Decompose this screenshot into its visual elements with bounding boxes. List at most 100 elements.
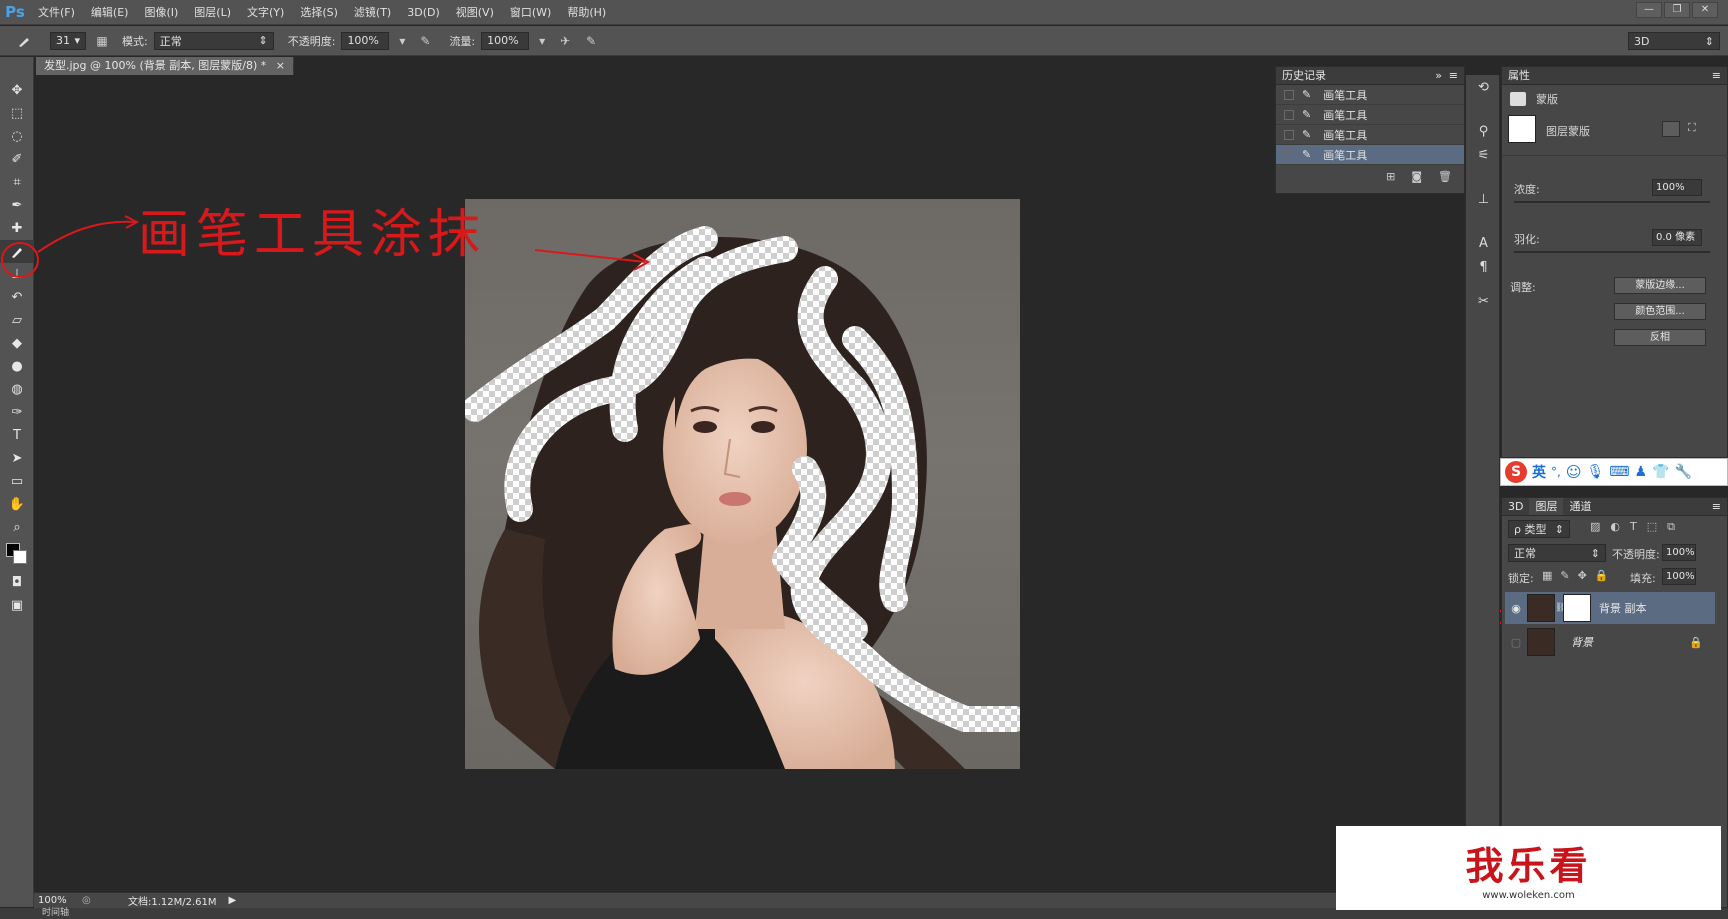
status-menu-arrow-icon[interactable]: ▶ bbox=[229, 895, 237, 906]
menu-item-8[interactable]: 视图(V) bbox=[448, 0, 502, 25]
eraser-tool-icon[interactable]: ▱ bbox=[0, 309, 34, 332]
menu-item-6[interactable]: 滤镜(T) bbox=[346, 0, 399, 25]
fill-input[interactable]: 100% bbox=[1662, 568, 1696, 585]
adjustment-filter-icon[interactable]: ◐ bbox=[1610, 520, 1620, 534]
pressure-opacity-icon[interactable]: ✎ bbox=[415, 31, 435, 51]
status-icon[interactable]: ◎ bbox=[82, 895, 122, 906]
zoom-level[interactable]: 100% bbox=[34, 895, 82, 906]
lock-pixels-icon[interactable]: ✎ bbox=[1560, 569, 1569, 582]
microphone-icon[interactable]: 🎙 bbox=[1586, 464, 1604, 480]
adjust-icon[interactable]: ⚟ bbox=[1466, 143, 1501, 167]
history-item[interactable]: ✎ 画笔工具 bbox=[1276, 85, 1464, 105]
lasso-tool-icon[interactable]: ◌ bbox=[0, 125, 34, 148]
ime-punctuation[interactable]: °, bbox=[1551, 465, 1561, 479]
pressure-size-icon[interactable]: ✎ bbox=[581, 31, 601, 51]
history-panel-icon[interactable]: ⟲ bbox=[1466, 75, 1501, 99]
invert-button[interactable]: 反相 bbox=[1614, 329, 1706, 346]
marquee-tool-icon[interactable]: ⬚ bbox=[0, 102, 34, 125]
new-document-icon[interactable]: ⊞ bbox=[1386, 170, 1395, 183]
character-icon[interactable]: A bbox=[1466, 231, 1501, 255]
ime-toolbar[interactable]: S 英 °, ☺ 🎙 ⌨ ♟ 👕 🔧 bbox=[1500, 458, 1728, 486]
restore-button[interactable]: ❐ bbox=[1664, 2, 1690, 18]
history-item[interactable]: ✎ 画笔工具 bbox=[1276, 125, 1464, 145]
mask-edge-button[interactable]: 蒙版边缘... bbox=[1614, 277, 1706, 294]
menu-item-5[interactable]: 选择(S) bbox=[292, 0, 346, 25]
trash-icon[interactable]: 🗑 bbox=[1438, 170, 1452, 183]
history-snapshot-checkbox[interactable] bbox=[1284, 89, 1294, 100]
lock-all-icon[interactable]: 🔒 bbox=[1595, 569, 1609, 582]
brush-panel-icon[interactable]: ▦ bbox=[92, 31, 112, 51]
menu-item-1[interactable]: 编辑(E) bbox=[83, 0, 137, 25]
layer-filter-select[interactable]: ρ 类型 ⇕ bbox=[1508, 520, 1570, 538]
blend-mode-select[interactable]: 正常 ⇕ bbox=[1508, 544, 1606, 562]
lock-position-icon[interactable]: ✥ bbox=[1578, 569, 1587, 582]
menu-item-9[interactable]: 窗口(W) bbox=[502, 0, 559, 25]
history-item[interactable]: ✎ 画笔工具 bbox=[1276, 105, 1464, 125]
brush-presets-icon[interactable]: ⚲ bbox=[1466, 119, 1501, 143]
menu-item-2[interactable]: 图像(I) bbox=[136, 0, 186, 25]
panel-collapse-icon[interactable]: » bbox=[1435, 67, 1442, 85]
image-filter-icon[interactable]: ▨ bbox=[1590, 520, 1600, 534]
layer-opacity-input[interactable]: 100% bbox=[1662, 544, 1696, 561]
clone-source-icon[interactable]: ⊥ bbox=[1466, 187, 1501, 211]
screen-mode-icon[interactable]: ▣ bbox=[0, 594, 34, 617]
close-icon[interactable]: × bbox=[276, 59, 285, 72]
tab-channels[interactable]: 通道 bbox=[1563, 498, 1597, 515]
pen-tool-icon[interactable]: ✑ bbox=[0, 401, 34, 424]
opacity-dropdown-icon[interactable]: ▾ bbox=[395, 31, 409, 51]
minimize-button[interactable]: — bbox=[1636, 2, 1662, 18]
workspace-select[interactable]: 3D ⇕ bbox=[1628, 32, 1720, 50]
link-icon[interactable]: ⛓ bbox=[1555, 603, 1566, 613]
flow-input[interactable]: 100% bbox=[481, 31, 530, 50]
quick-mask-icon[interactable]: ◘ bbox=[0, 571, 34, 594]
menu-item-4[interactable]: 文字(Y) bbox=[239, 0, 292, 25]
paragraph-icon[interactable]: ¶ bbox=[1466, 255, 1501, 279]
visibility-toggle[interactable]: ▢ bbox=[1505, 636, 1527, 649]
menu-item-3[interactable]: 图层(L) bbox=[186, 0, 239, 25]
airbrush-icon[interactable]: ✈ bbox=[555, 31, 575, 51]
keyboard-icon[interactable]: ⌨ bbox=[1609, 464, 1629, 480]
opacity-input[interactable]: 100% bbox=[341, 31, 390, 50]
wrench-icon[interactable]: 🔧 bbox=[1674, 464, 1691, 480]
document-tab[interactable]: 发型.jpg @ 100% (背景 副本, 图层蒙版/8) * × bbox=[36, 57, 294, 75]
ime-language[interactable]: 英 bbox=[1532, 462, 1546, 482]
mask-thumbnail[interactable] bbox=[1508, 115, 1536, 143]
panel-menu-icon[interactable]: ≡ bbox=[1712, 67, 1721, 85]
blur-tool-icon[interactable]: ● bbox=[0, 355, 34, 378]
layer-row-background[interactable]: ▢ 背景 🔒 bbox=[1505, 626, 1715, 658]
dodge-tool-icon[interactable]: ◍ bbox=[0, 378, 34, 401]
pixel-mask-button[interactable] bbox=[1662, 121, 1680, 137]
color-range-button[interactable]: 颜色范围... bbox=[1614, 303, 1706, 320]
move-tool-icon[interactable]: ✥ bbox=[0, 79, 34, 102]
history-snapshot-checkbox[interactable] bbox=[1284, 109, 1294, 120]
panel-menu-icon[interactable]: ≡ bbox=[1712, 498, 1721, 516]
flow-dropdown-icon[interactable]: ▾ bbox=[535, 31, 549, 51]
background-color[interactable] bbox=[13, 550, 27, 564]
density-input[interactable]: 100% bbox=[1652, 179, 1702, 196]
eye-icon[interactable]: ◉ bbox=[1505, 602, 1527, 615]
panel-menu-icon[interactable]: ≡ bbox=[1449, 67, 1458, 85]
tools-icon[interactable]: ✂ bbox=[1466, 289, 1501, 313]
density-slider[interactable] bbox=[1514, 201, 1710, 203]
paint-bucket-tool-icon[interactable]: ◆ bbox=[0, 332, 34, 355]
history-item[interactable]: ✎ 画笔工具 bbox=[1276, 145, 1464, 165]
emoji-icon[interactable]: ☺ bbox=[1566, 463, 1582, 481]
layer-mask-thumbnail[interactable] bbox=[1563, 594, 1591, 622]
shape-filter-icon[interactable]: ⬚ bbox=[1647, 520, 1657, 534]
brush-tool-preset-icon[interactable] bbox=[14, 31, 34, 51]
hand-tool-icon[interactable]: ✋ bbox=[0, 493, 34, 516]
menu-item-10[interactable]: 帮助(H) bbox=[559, 0, 614, 25]
close-button[interactable]: ✕ bbox=[1692, 2, 1718, 18]
type-filter-icon[interactable]: T bbox=[1630, 520, 1637, 534]
color-swatches[interactable] bbox=[0, 539, 34, 571]
history-snapshot-checkbox[interactable] bbox=[1284, 129, 1294, 140]
quick-select-tool-icon[interactable]: ✐ bbox=[0, 148, 34, 171]
brush-size-picker[interactable]: 31 ▾ bbox=[50, 31, 86, 50]
path-select-tool-icon[interactable]: ➤ bbox=[0, 447, 34, 470]
history-snapshot-checkbox[interactable] bbox=[1284, 149, 1294, 160]
feather-slider[interactable] bbox=[1514, 251, 1710, 253]
user-icon[interactable]: ♟ bbox=[1634, 464, 1647, 480]
smart-filter-icon[interactable]: ⧉ bbox=[1667, 520, 1675, 534]
tab-3d[interactable]: 3D bbox=[1502, 498, 1529, 515]
vector-mask-icon[interactable]: ⛶ bbox=[1688, 121, 1696, 135]
